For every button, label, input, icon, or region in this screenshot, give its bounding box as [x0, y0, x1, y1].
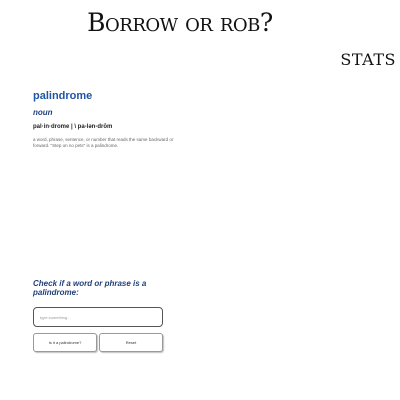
definition-card: palindrome noun pal·in·drome | \ pa-lən-…: [33, 90, 183, 149]
phrase-input[interactable]: [33, 307, 163, 328]
definition-pronunciation: pal·in·drome | \ pa-lən-drōm: [33, 124, 113, 130]
page: Borrow or rob? STATS palindrome noun pal…: [0, 0, 400, 400]
definition-part-of-speech: noun: [33, 108, 53, 117]
reset-button[interactable]: Reset: [99, 333, 163, 353]
checker-heading: Check if a word or phrase is a palindrom…: [33, 279, 147, 298]
stats-link[interactable]: STATS: [340, 50, 396, 69]
app-title: Borrow or rob?: [87, 8, 273, 37]
definition-text: a word, phrase, sentence, or number that…: [33, 137, 174, 149]
definition-word: palindrome: [33, 90, 93, 102]
checker-buttons: Is it a palindrome? Reset: [33, 333, 163, 353]
check-palindrome-button[interactable]: Is it a palindrome?: [33, 333, 97, 353]
palindrome-checker: Check if a word or phrase is a palindrom…: [33, 279, 168, 353]
